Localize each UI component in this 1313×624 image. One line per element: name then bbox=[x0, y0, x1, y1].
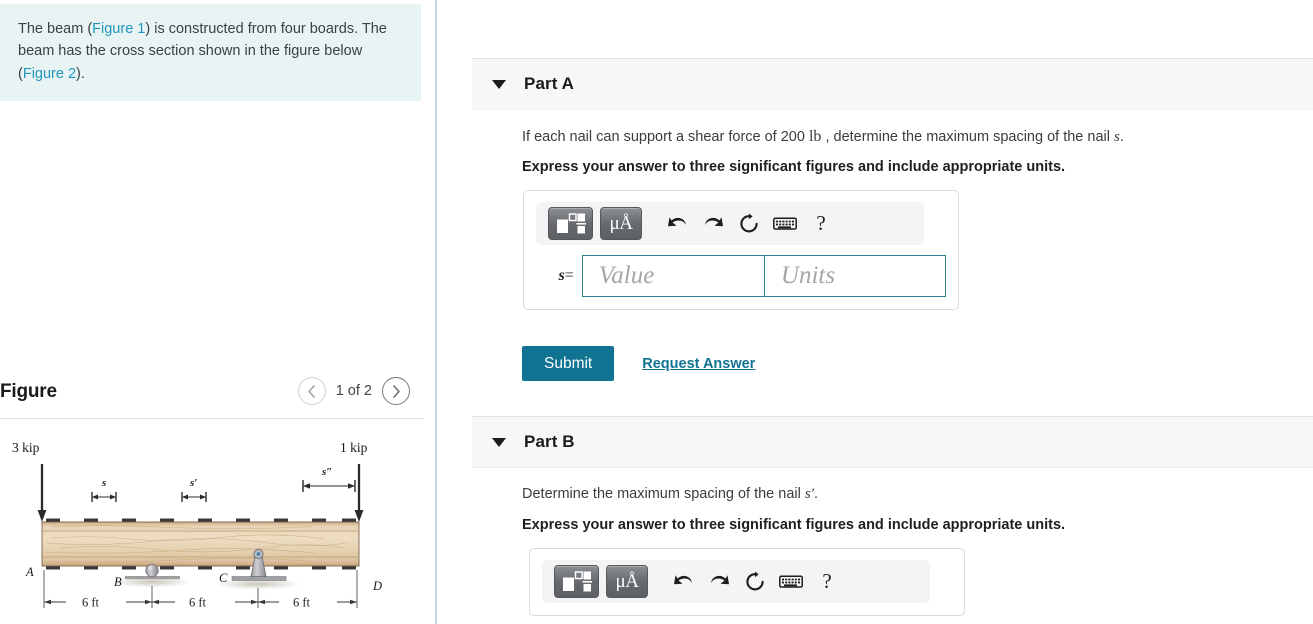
chevron-right-icon bbox=[392, 384, 400, 398]
q-a-pre: If each nail can support a shear force o… bbox=[522, 129, 809, 145]
undo-icon[interactable] bbox=[659, 209, 695, 239]
redo-glyph bbox=[704, 217, 723, 227]
keyboard-glyph bbox=[773, 217, 797, 230]
part-a-question-text: If each nail can support a shear force o… bbox=[522, 126, 1124, 148]
spacing-label-s-double-prime: s″ bbox=[321, 466, 332, 478]
redo-icon[interactable] bbox=[695, 209, 731, 239]
left-panel: The beam (Figure 1) is constructed from … bbox=[0, 0, 437, 624]
keyboard-icon[interactable] bbox=[773, 567, 809, 597]
unit-symbol-label: μÅ bbox=[615, 571, 639, 592]
point-label-B: B bbox=[114, 575, 122, 589]
unit-symbol-icon[interactable]: μÅ bbox=[606, 565, 648, 598]
part-a-eqsign: = bbox=[564, 267, 574, 284]
undo-icon[interactable] bbox=[665, 567, 701, 597]
statement-text-5: ). bbox=[76, 65, 85, 82]
math-template-icon[interactable] bbox=[548, 207, 593, 240]
spacing-label-s-prime: s′ bbox=[189, 477, 197, 489]
statement-text-2: ) is constructed from four boards. bbox=[145, 21, 359, 37]
point-label-A: A bbox=[25, 565, 34, 579]
problem-page: The beam (Figure 1) is constructed from … bbox=[0, 0, 1313, 624]
unit-symbol-label: μÅ bbox=[609, 213, 633, 234]
redo-icon[interactable] bbox=[701, 567, 737, 597]
caret-down-icon[interactable] bbox=[492, 437, 506, 447]
keyboard-glyph bbox=[779, 575, 803, 588]
point-label-C: C bbox=[219, 571, 228, 585]
roller-support-B bbox=[145, 563, 159, 578]
right-panel: Part A If each nail can support a shear … bbox=[439, 0, 1313, 624]
help-icon[interactable]: ? bbox=[803, 209, 839, 239]
q-b-var: s′ bbox=[804, 486, 815, 502]
q-b-post: . bbox=[814, 486, 819, 502]
part-a-variable-label: s= bbox=[536, 267, 582, 285]
reset-glyph bbox=[740, 213, 758, 233]
part-a-header[interactable]: Part A bbox=[472, 58, 1313, 110]
nail-marks-bottom bbox=[46, 566, 356, 570]
part-b-header[interactable]: Part B bbox=[472, 416, 1313, 468]
reset-glyph bbox=[746, 571, 764, 591]
part-a-toolbar: μÅ ? bbox=[536, 202, 924, 245]
part-a-submit-button[interactable]: Submit bbox=[522, 346, 615, 381]
part-a-value-input[interactable]: Value bbox=[581, 255, 764, 297]
dimension-label-3: 6 ft bbox=[293, 596, 311, 610]
part-a-instruction: Express your answer to three significant… bbox=[522, 159, 1066, 175]
redo-glyph bbox=[710, 575, 729, 585]
math-template-glyph bbox=[556, 213, 586, 234]
figure-next-button[interactable] bbox=[382, 377, 410, 405]
unit-symbol-icon[interactable]: μÅ bbox=[600, 207, 642, 240]
figure-navigation: 1 of 2 bbox=[297, 377, 410, 405]
help-icon[interactable]: ? bbox=[809, 567, 845, 597]
math-template-icon[interactable] bbox=[554, 565, 599, 598]
figure-header: Figure 1 of 2 bbox=[0, 377, 424, 419]
figure-counter: 1 of 2 bbox=[335, 383, 372, 399]
undo-glyph bbox=[667, 217, 686, 227]
help-label: ? bbox=[822, 569, 832, 593]
part-b-toolbar: μÅ ? bbox=[542, 560, 930, 603]
keyboard-icon[interactable] bbox=[767, 209, 803, 239]
dimension-label-2: 6 ft bbox=[189, 596, 207, 610]
part-a-question: If each nail can support a shear force o… bbox=[522, 126, 1124, 148]
part-a-entry-row: s= Value Units bbox=[536, 255, 946, 297]
point-label-D: D bbox=[372, 579, 382, 593]
statement-text-1: The beam ( bbox=[18, 21, 93, 37]
q-a-post: . bbox=[1119, 129, 1124, 145]
part-a-units-input[interactable]: Units bbox=[763, 255, 946, 297]
caret-down-icon[interactable] bbox=[492, 79, 506, 89]
reset-icon[interactable] bbox=[737, 567, 773, 597]
dimension-label-1: 6 ft bbox=[82, 596, 100, 610]
math-template-glyph bbox=[562, 571, 592, 592]
part-a-request-answer-link[interactable]: Request Answer bbox=[642, 356, 755, 372]
problem-statement: The beam (Figure 1) is constructed from … bbox=[0, 4, 421, 102]
part-b-instruction-wrap: Express your answer to three significant… bbox=[522, 517, 1065, 533]
part-a-instruction-wrap: Express your answer to three significant… bbox=[522, 159, 1065, 175]
figure-title: Figure bbox=[0, 381, 57, 402]
nail-marks-top bbox=[46, 518, 356, 522]
q-a-mid: , determine the maximum spacing of the n… bbox=[821, 129, 1114, 145]
figure-2-link[interactable]: Figure 2 bbox=[23, 66, 76, 82]
part-a-actions: Submit Request Answer bbox=[522, 346, 755, 381]
part-b-instruction: Express your answer to three significant… bbox=[522, 517, 1066, 533]
undo-glyph bbox=[673, 575, 692, 585]
beam-diagram-svg: 3 kip 1 kip s s′ s″ A B C D 6 ft 6 ft 6 … bbox=[12, 440, 382, 610]
part-b-question: Determine the maximum spacing of the nai… bbox=[522, 484, 818, 505]
beam-diagram[interactable]: 3 kip 1 kip s s′ s″ A B C D 6 ft 6 ft 6 … bbox=[0, 430, 424, 624]
q-b-pre: Determine the maximum spacing of the nai… bbox=[522, 486, 805, 502]
part-b-answer-box: μÅ ? bbox=[529, 548, 965, 616]
part-a-label: Part A bbox=[524, 74, 575, 93]
q-a-unit: lb bbox=[808, 128, 822, 145]
load-right-label: 1 kip bbox=[340, 440, 368, 455]
help-label: ? bbox=[816, 211, 826, 235]
load-left-label: 3 kip bbox=[12, 440, 40, 455]
part-b-label: Part B bbox=[524, 432, 575, 451]
chevron-left-icon bbox=[308, 384, 316, 398]
figure-prev-button[interactable] bbox=[297, 377, 326, 405]
part-b-question-text: Determine the maximum spacing of the nai… bbox=[522, 484, 818, 505]
part-a-answer-box: μÅ ? s= Value Units bbox=[523, 190, 959, 310]
figure-1-link[interactable]: Figure 1 bbox=[92, 21, 145, 37]
reset-icon[interactable] bbox=[731, 209, 767, 239]
spacing-label-s: s bbox=[101, 477, 106, 489]
